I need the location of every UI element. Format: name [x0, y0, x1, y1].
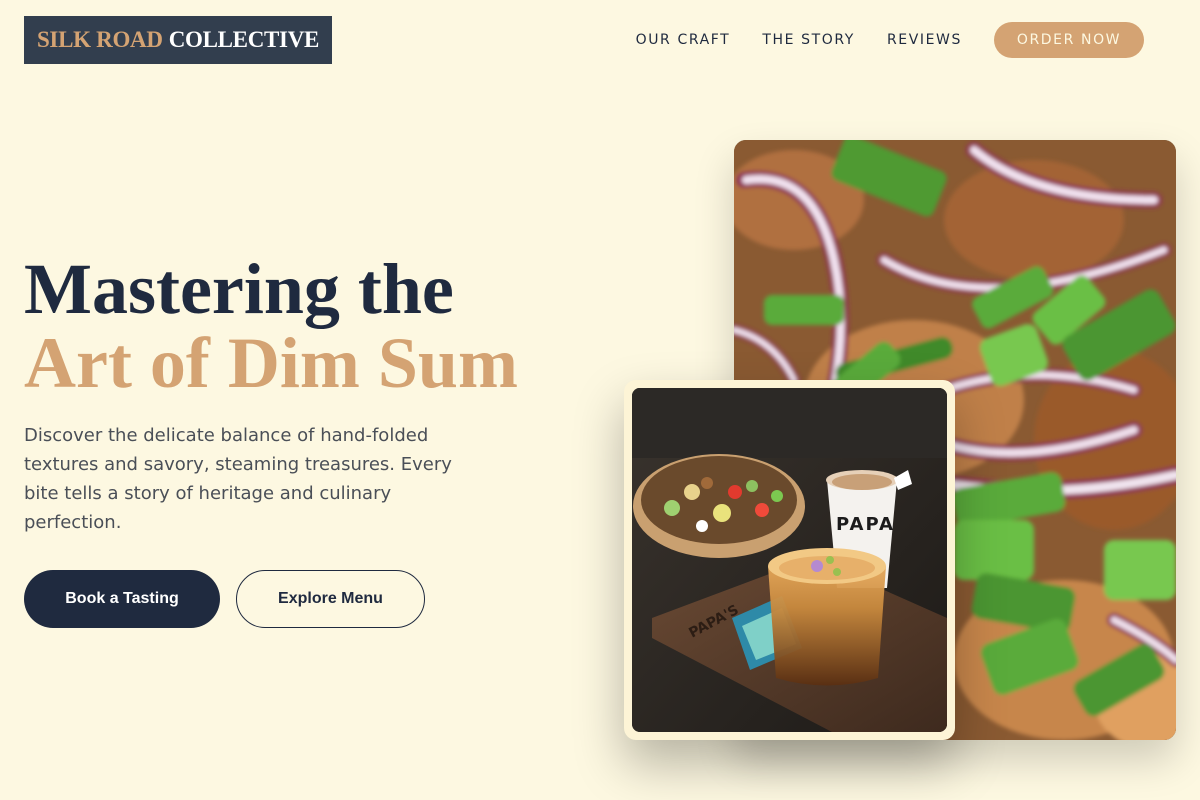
hero-title-line1: Mastering the: [24, 249, 454, 329]
book-tasting-button[interactable]: Book a Tasting: [24, 570, 220, 628]
brand-logo[interactable]: SILK ROAD COLLECTIVE: [24, 16, 332, 64]
hero-description: Discover the delicate balance of hand-fo…: [24, 425, 452, 533]
brand-logo-main: COLLECTIVE: [168, 27, 320, 52]
hero-title-line2: Art of Dim Sum: [24, 323, 518, 403]
hero-title: Mastering the Art of Dim Sum: [24, 252, 518, 400]
cup-brand-text: PAPA: [836, 514, 895, 535]
brand-logo-accent: SILK ROAD: [36, 27, 163, 52]
main-nav: OUR CRAFT THE STORY REVIEWS ORDER NOW: [636, 22, 1176, 58]
nav-link-reviews[interactable]: REVIEWS: [887, 32, 962, 48]
order-now-button[interactable]: ORDER NOW: [994, 22, 1144, 58]
nav-link-our-craft[interactable]: OUR CRAFT: [636, 32, 731, 48]
hero-image-small: PAPA PAPA'S: [632, 388, 947, 732]
hero-image-small-frame: PAPA PAPA'S: [624, 380, 955, 740]
food-photo-bowl-and-coffee: PAPA PAPA'S: [632, 388, 947, 732]
nav-link-the-story[interactable]: THE STORY: [762, 32, 855, 48]
explore-menu-button[interactable]: Explore Menu: [236, 570, 425, 628]
